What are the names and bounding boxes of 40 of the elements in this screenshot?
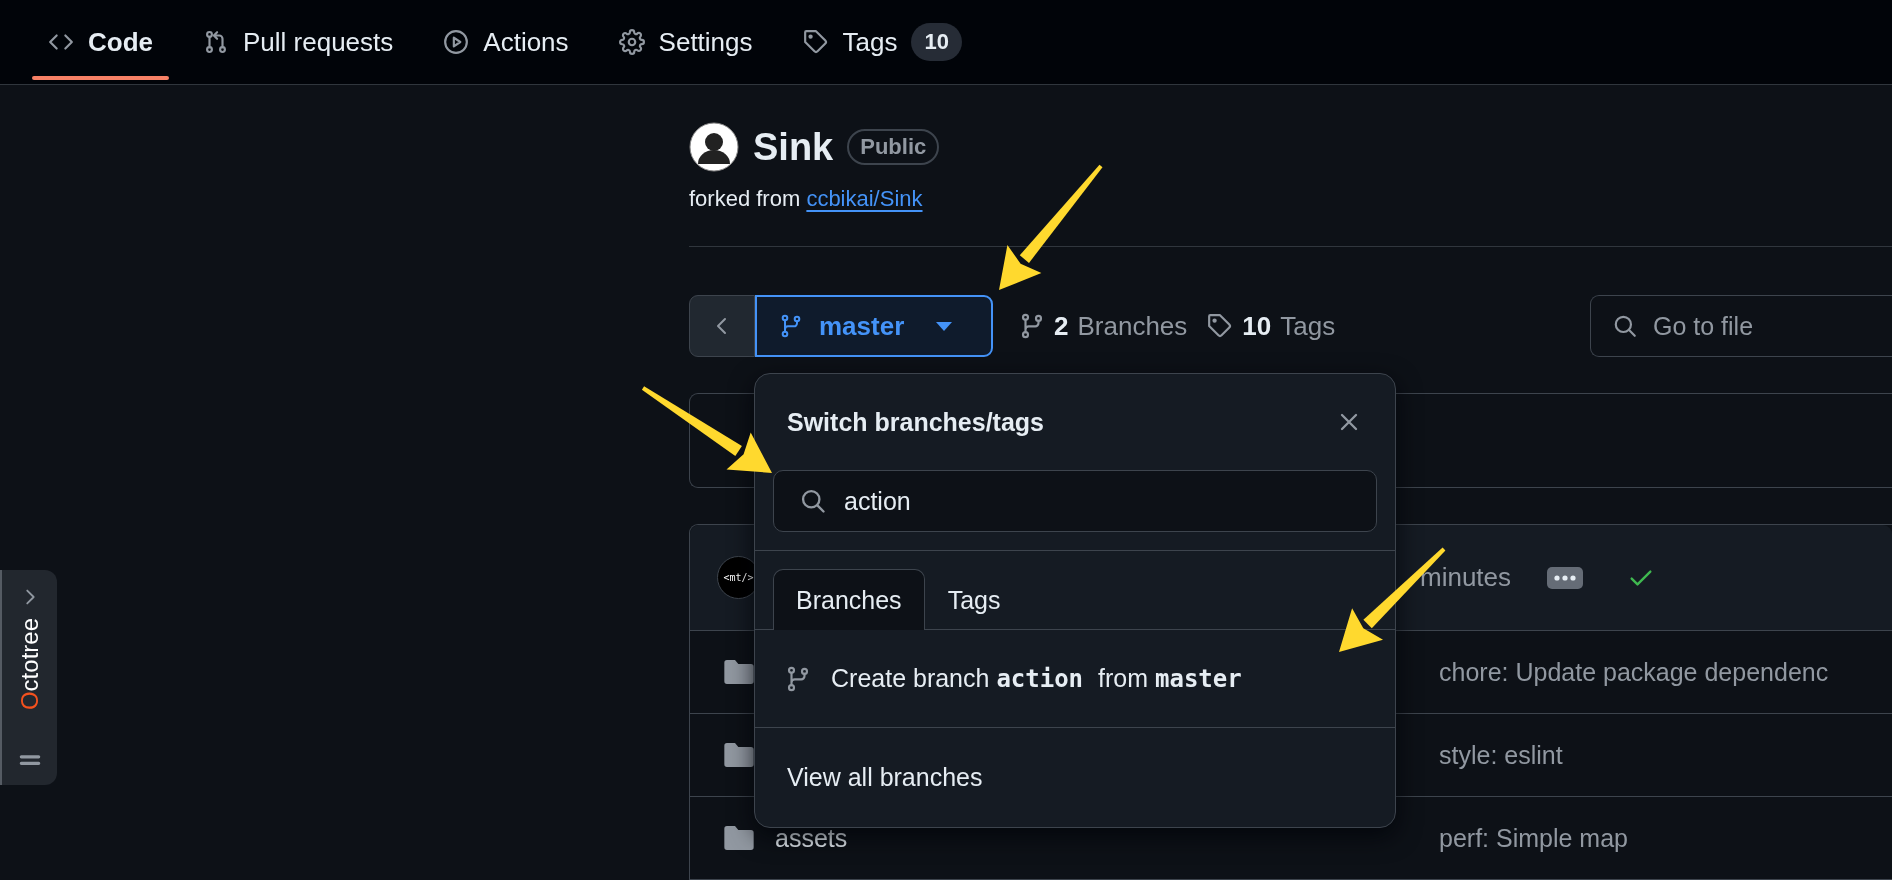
octotree-label[interactable]: Octotree (15, 618, 44, 711)
search-icon (1612, 313, 1638, 339)
branch-icon (779, 314, 803, 338)
tags-link[interactable]: 10 Tags (1207, 310, 1336, 342)
nav-tab[interactable]: Code (30, 0, 171, 84)
branch-search-field[interactable]: action (773, 470, 1377, 532)
fork-source-link[interactable]: ccbikai/Sink (806, 186, 923, 211)
branches-link[interactable]: 2 Branches (1019, 310, 1188, 342)
visibility-label: Public (847, 129, 940, 165)
avatar (689, 122, 739, 172)
nav-tab[interactable]: Actions (425, 0, 587, 84)
caret-icon (936, 321, 953, 331)
count-badge: 10 (911, 23, 962, 61)
repo-name: Sink (753, 125, 834, 169)
fork-note: forked from ccbikai/Sink (689, 186, 924, 212)
dropdown-tab[interactable]: Tags (924, 569, 1024, 630)
pull-request-icon (203, 29, 229, 55)
branch-icon (1019, 313, 1045, 339)
file-name[interactable]: assets (775, 823, 1439, 853)
view-all-branches-link[interactable]: View all branches (787, 763, 983, 792)
commit-message[interactable]: style: eslint (1439, 740, 1892, 770)
branch-icon (785, 665, 811, 692)
dropdown-title: Switch branches/tags (787, 407, 1045, 437)
search-icon (799, 487, 827, 515)
create-branch-item[interactable]: Create branch action from master (831, 664, 1250, 693)
commit-time: minutes (1420, 562, 1512, 593)
branch-select-button[interactable]: master (755, 295, 993, 357)
nav-tab[interactable]: Pull requests (185, 0, 412, 84)
nav-tab[interactable]: Settings (600, 0, 771, 84)
commit-message[interactable]: chore: Update package dependenc (1439, 657, 1892, 687)
nav-tab[interactable]: Tags 10 (784, 0, 980, 84)
play-icon (443, 29, 470, 55)
tag-icon (802, 29, 829, 55)
file-search-field[interactable]: Go to file (1590, 295, 1892, 357)
settings-icon (618, 29, 645, 55)
tag-icon (1207, 313, 1234, 339)
octotree-panel[interactable]: Octotree (0, 570, 57, 785)
more-icon[interactable] (1547, 566, 1584, 589)
commit-message[interactable]: perf: Simple map (1439, 823, 1892, 853)
dropdown-tab[interactable]: Branches (773, 569, 925, 630)
